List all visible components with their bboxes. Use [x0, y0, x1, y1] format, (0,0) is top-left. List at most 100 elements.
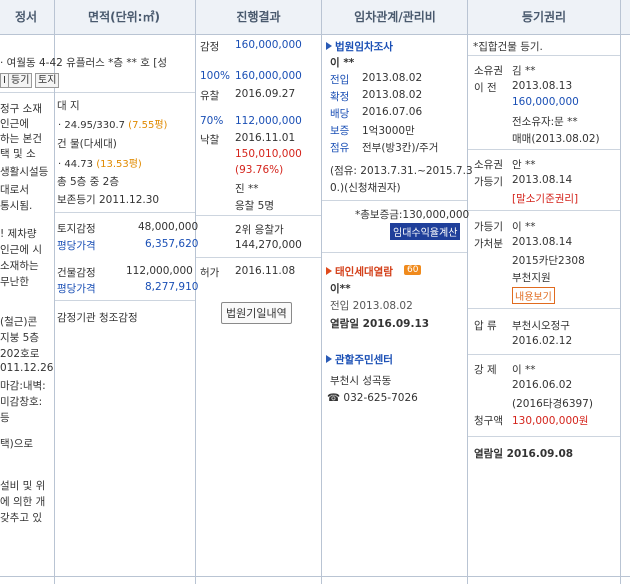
building-area: · 44.73 [58, 159, 93, 170]
occupancy-period-cont: 0.)(신청채권자) [330, 182, 401, 194]
community-center-title[interactable]: 관할주민센터 [326, 352, 393, 367]
winning-price: 150,010,000 [235, 148, 302, 160]
row-divider [468, 210, 620, 211]
preservation-registry: 보존등기 2011.12.30 [57, 194, 160, 206]
owner1-previous: 전소유자:문 ** [512, 116, 578, 128]
forced-case: (2016타경6397) [512, 398, 593, 410]
summary-line: 무난한 [0, 276, 29, 288]
auction-detail-table: 정서 면적(단위:㎡) 진행결과 임차관계/관리비 등기권리 · 여월동 4-4… [0, 0, 630, 584]
owner1-label: 소유권 [474, 65, 503, 77]
summary-line: 택)으로 [0, 438, 34, 450]
deposit-label: 보증 [330, 125, 350, 137]
household-name: 이** [330, 283, 351, 295]
summary-line: 202호로 [0, 348, 40, 360]
summary-line: 011.12.26 [0, 362, 54, 374]
owner3-label: 가등기 [474, 221, 503, 233]
row-divider [55, 92, 195, 93]
community-center-phone: ☎ 032-625-7026 [327, 392, 418, 404]
distribution-date: 2016.07.06 [362, 106, 423, 118]
land-area: · 24.95/330.7 [58, 120, 125, 131]
land-pyeong: (7.55평) [128, 120, 168, 131]
summary-line: 지붕 5층 [0, 332, 39, 344]
owner1-date: 2013.08.13 [512, 80, 573, 92]
arrow-right-icon [326, 42, 332, 50]
winning-label: 낙찰 [200, 134, 220, 146]
arrow-right-icon [326, 267, 332, 275]
round1-price: 160,000,000 [235, 70, 302, 82]
appraisal-agency: 감정기관 청조감정 [57, 312, 138, 324]
court-schedule-button[interactable]: 법원기일내역 [221, 302, 292, 324]
fixed-date: 2013.08.02 [362, 89, 423, 101]
arrow-right-icon [326, 355, 332, 363]
occupancy-value: 전부(방3칸)/주거 [362, 142, 439, 154]
summary-line: 통시됨. [0, 200, 33, 212]
permit-label: 허가 [200, 267, 220, 279]
floor-info: 총 5층 중 2층 [57, 176, 120, 188]
land-area-row: · 24.95/330.7 (7.55평) [58, 116, 167, 131]
summary-line: 대로서 [0, 184, 29, 196]
row-divider [55, 212, 195, 213]
permit-date: 2016.11.08 [235, 265, 296, 277]
second-bid-label: 2위 응찰가 [235, 224, 284, 236]
community-center-name: 부천시 성곡동 [330, 375, 392, 387]
land-label: 대 지 [57, 100, 80, 112]
tenant-view-label: 태인세대열람 [335, 266, 393, 278]
building-appraisal-label: 건물감정 [57, 267, 96, 279]
winner-name: 진 ** [235, 183, 259, 195]
table-header: 정서 면적(단위:㎡) 진행결과 임차관계/관리비 등기권리 [0, 0, 630, 35]
round1-status: 유찰 [200, 90, 220, 102]
summary-line: 정구 소재 [0, 103, 42, 115]
seizure-label: 압 류 [474, 320, 497, 332]
round2-percent: 70% [200, 115, 224, 127]
owner3-court: 부천지원 [512, 272, 551, 284]
building-pyeong: (13.53평) [96, 159, 142, 170]
seizure-name: 부천시오정구 [512, 320, 570, 332]
appraisal-label: 감정 [200, 41, 220, 53]
col-divider [467, 0, 468, 584]
second-bid-price: 144,270,000 [235, 239, 302, 251]
view-content-button[interactable]: 내용보기 [512, 287, 555, 304]
winning-ratio: (93.76%) [235, 164, 284, 176]
row-divider [468, 55, 620, 56]
summary-line: 마감:내벽: [0, 380, 46, 392]
col-divider [620, 0, 621, 584]
owner2-date: 2013.08.14 [512, 174, 573, 186]
owner1-trade: 매매(2013.08.02) [512, 133, 600, 145]
forced-date: 2016.06.02 [512, 379, 573, 391]
owner2-tag: [말소기준권리] [512, 193, 579, 205]
court-survey-title[interactable]: 법원임차조사 [326, 39, 393, 54]
row-divider [322, 252, 467, 253]
summary-line: 소재하는 [0, 260, 39, 272]
distribution-label: 배당 [330, 108, 350, 120]
forced-label: 강 제 [474, 364, 497, 376]
occupancy-period: (점유: 2013.7.31.~2015.7.3 [330, 165, 473, 177]
registry-note: *집합건물 등기. [473, 41, 543, 53]
owner2-name: 안 ** [512, 159, 536, 171]
row-divider [196, 215, 321, 216]
owner3-case: 2015카단2308 [512, 255, 585, 267]
owner2-sub: 가등기 [474, 176, 503, 188]
tenant-name: 이 ** [330, 57, 355, 69]
table-bottom-border [0, 576, 630, 577]
rental-yield-button[interactable]: 임대수익율계산 [390, 223, 461, 240]
summary-line: 설비 및 위 [0, 480, 46, 492]
summary-line: 등 [0, 412, 10, 424]
header-col-registry: 등기권리 [521, 10, 567, 24]
household-view-date: 열람일 2016.09.13 [330, 318, 430, 330]
land-button[interactable]: 토지 [35, 73, 60, 88]
tenant-view-title[interactable]: 태인세대열람 [326, 264, 393, 279]
court-survey-label: 법원임차조사 [335, 41, 393, 53]
summary-line: 생활시설등 [0, 166, 49, 178]
round2-price: 112,000,000 [235, 115, 302, 127]
owner1-price: 160,000,000 [512, 96, 579, 108]
occupancy-label: 점유 [330, 142, 350, 154]
owner3-name: 이 ** [512, 221, 536, 233]
summary-line: 갖추고 있 [0, 512, 42, 524]
registry-button[interactable]: 등기 [8, 73, 33, 88]
land-avg-value: 6,357,620 [145, 238, 199, 250]
summary-line: 인근에 [0, 118, 29, 130]
summary-line: (철근)콘 [0, 316, 38, 328]
registry-view-date: 열람일 2016.09.08 [474, 448, 574, 460]
row-divider [468, 308, 620, 309]
building-appraisal-value: 112,000,000 [126, 265, 193, 277]
